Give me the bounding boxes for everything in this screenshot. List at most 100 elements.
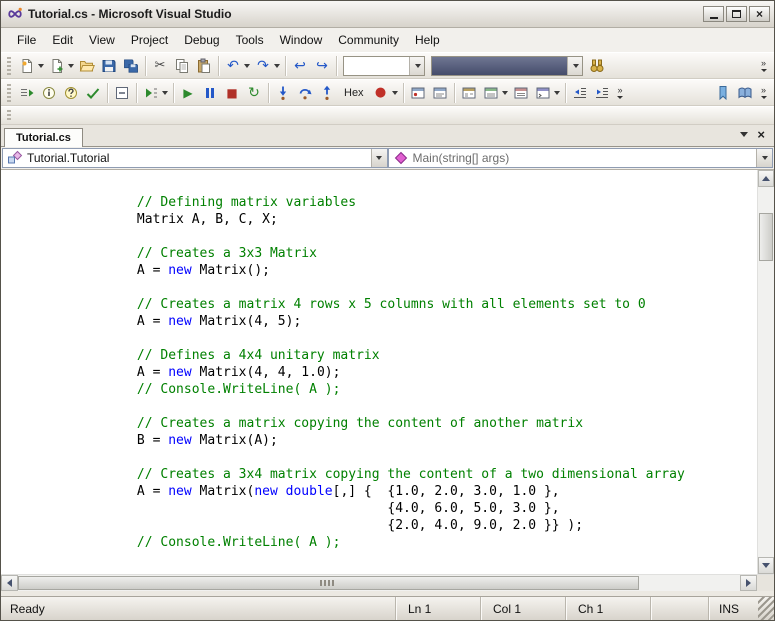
menu-tools[interactable]: Tools: [228, 29, 272, 51]
code-line: [43, 449, 757, 466]
toolbar-grip[interactable]: [7, 84, 11, 102]
parameter-info-icon[interactable]: [38, 82, 60, 104]
break-all-icon[interactable]: [199, 82, 221, 104]
book-icon[interactable]: [734, 82, 756, 104]
window-title: Tutorial.cs - Microsoft Visual Studio: [28, 7, 703, 21]
find-in-files-icon[interactable]: [586, 55, 608, 77]
menu-help[interactable]: Help: [407, 29, 448, 51]
members-dropdown[interactable]: Main(string[] args): [388, 148, 774, 168]
menu-debug[interactable]: Debug: [176, 29, 227, 51]
step-out-icon[interactable]: [316, 82, 338, 104]
watch-window-icon[interactable]: [458, 82, 480, 104]
horizontal-scroll-track[interactable]: [18, 575, 740, 591]
close-document-icon[interactable]: ×: [757, 128, 765, 141]
scroll-up-button[interactable]: [758, 170, 774, 187]
toolbar-separator: [145, 56, 146, 76]
minimize-button[interactable]: [703, 6, 724, 22]
solution-configurations-combo[interactable]: [343, 56, 425, 76]
breakpoints-icon[interactable]: ●: [370, 82, 400, 104]
toolbar-options-button-2[interactable]: »: [614, 86, 627, 98]
title-bar[interactable]: Tutorial.cs - Microsoft Visual Studio ×: [1, 1, 774, 28]
call-stack-window-icon[interactable]: [510, 82, 532, 104]
complete-word-icon[interactable]: [82, 82, 104, 104]
break-all-icon: [201, 84, 219, 102]
increase-indent-icon[interactable]: [591, 82, 613, 104]
redo-icon: ↷: [254, 57, 272, 75]
toolbar-separator: [565, 83, 566, 103]
scroll-thumb-grip: [320, 580, 336, 586]
decrease-indent-icon[interactable]: [569, 82, 591, 104]
types-dropdown-arrow[interactable]: [371, 149, 387, 167]
active-files-dropdown-icon[interactable]: [740, 132, 748, 137]
code-line: // Creates a 3x3 Matrix: [43, 245, 757, 262]
hex-toggle-button[interactable]: Hex: [338, 82, 370, 104]
breakpoints-window-icon[interactable]: [407, 82, 429, 104]
start-debugging-icon[interactable]: ▶: [177, 82, 199, 104]
scroll-down-icon: [762, 563, 770, 568]
scroll-right-button[interactable]: [740, 575, 757, 591]
menu-view[interactable]: View: [81, 29, 123, 51]
toggle-outlining-icon[interactable]: [111, 82, 133, 104]
restart-icon[interactable]: ↻: [243, 82, 265, 104]
types-dropdown[interactable]: Tutorial.Tutorial: [2, 148, 388, 168]
debug-target-icon: [142, 84, 160, 102]
navigate-backward-icon[interactable]: ↩: [289, 55, 311, 77]
paste-icon[interactable]: [193, 55, 215, 77]
debug-target-icon[interactable]: [140, 82, 170, 104]
vertical-scrollbar[interactable]: [757, 170, 774, 574]
bookmark-icon[interactable]: [712, 82, 734, 104]
stop-debugging-icon[interactable]: ■: [221, 82, 243, 104]
code-editor[interactable]: // Defining matrix variables Matrix A, B…: [1, 170, 757, 574]
find-combo[interactable]: [431, 56, 583, 76]
copy-icon: [173, 57, 191, 75]
member-list-icon[interactable]: [16, 82, 38, 104]
immediate-window-icon[interactable]: [532, 82, 562, 104]
menu-community[interactable]: Community: [330, 29, 407, 51]
step-over-icon: [296, 84, 314, 102]
resize-grip-icon[interactable]: [758, 597, 774, 620]
cut-icon[interactable]: ✂: [149, 55, 171, 77]
open-file-icon[interactable]: [76, 55, 98, 77]
save-all-icon[interactable]: [120, 55, 142, 77]
code-line: // Console.WriteLine( A );: [43, 381, 757, 398]
new-project-icon[interactable]: [16, 55, 46, 77]
close-button[interactable]: ×: [749, 6, 770, 22]
code-line: A = new Matrix();: [43, 262, 757, 279]
code-line: {4.0, 6.0, 5.0, 3.0 },: [43, 500, 757, 517]
navigate-forward-icon[interactable]: ↪: [311, 55, 333, 77]
horizontal-scroll-thumb[interactable]: [18, 576, 639, 590]
code-line: [43, 228, 757, 245]
toolbar-options-button[interactable]: »: [757, 59, 770, 71]
add-item-icon[interactable]: [46, 55, 76, 77]
scroll-down-button[interactable]: [758, 557, 774, 574]
scroll-left-button[interactable]: [1, 575, 18, 591]
step-into-icon[interactable]: [272, 82, 294, 104]
breakpoints-icon: ●: [372, 84, 390, 102]
vertical-scroll-track[interactable]: [758, 187, 774, 557]
restart-icon: ↻: [245, 84, 263, 102]
tab-tutorial-cs[interactable]: Tutorial.cs: [4, 128, 83, 147]
quick-info-icon[interactable]: [60, 82, 82, 104]
code-line: // Creates a matrix copying the content …: [43, 415, 757, 432]
redo-icon[interactable]: ↷: [252, 55, 282, 77]
find-in-files-icon: [588, 57, 606, 75]
code-line: // Defines a 4x4 unitary matrix: [43, 347, 757, 364]
horizontal-scrollbar[interactable]: [1, 575, 757, 591]
maximize-button[interactable]: [726, 6, 747, 22]
toolbar-grip[interactable]: [7, 57, 11, 75]
copy-icon[interactable]: [171, 55, 193, 77]
save-icon[interactable]: [98, 55, 120, 77]
toolbar-grip[interactable]: [7, 110, 11, 122]
members-dropdown-arrow[interactable]: [756, 149, 772, 167]
output-window-icon[interactable]: [429, 82, 451, 104]
locals-window-icon[interactable]: [480, 82, 510, 104]
menu-project[interactable]: Project: [123, 29, 176, 51]
vertical-scroll-thumb[interactable]: [759, 213, 773, 261]
step-over-icon[interactable]: [294, 82, 316, 104]
menu-edit[interactable]: Edit: [44, 29, 81, 51]
scrollbar-corner: [757, 575, 774, 591]
menu-file[interactable]: File: [9, 29, 44, 51]
undo-icon[interactable]: ↶: [222, 55, 252, 77]
menu-window[interactable]: Window: [272, 29, 331, 51]
toolbar-options-button-3[interactable]: »: [757, 86, 770, 98]
